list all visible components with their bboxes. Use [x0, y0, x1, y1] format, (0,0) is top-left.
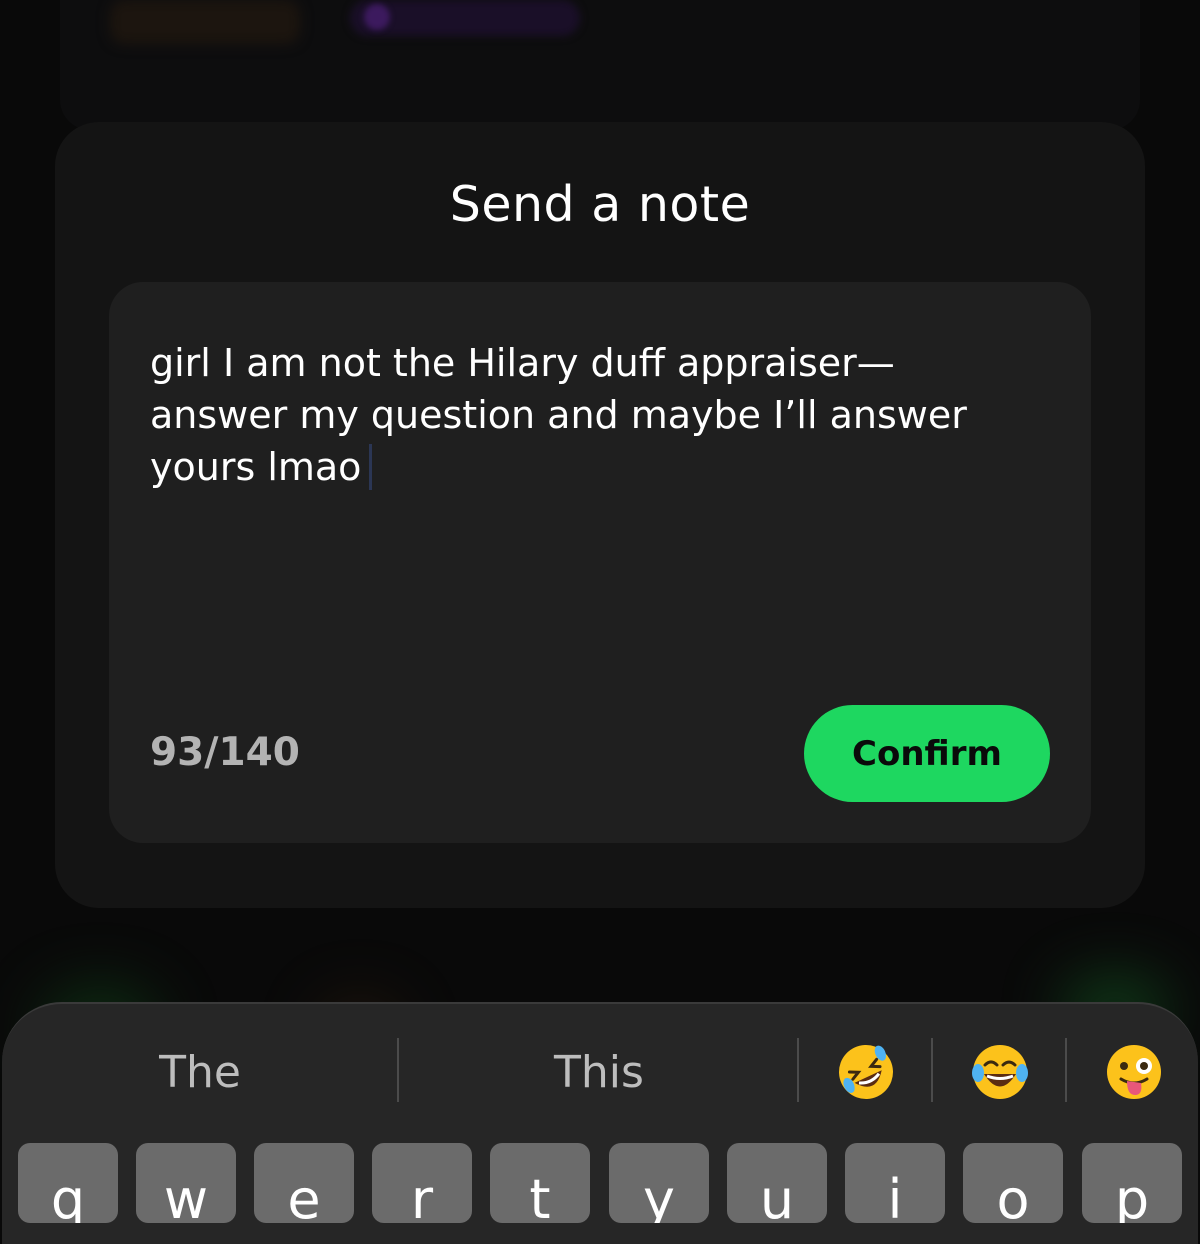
- key-u[interactable]: u: [727, 1143, 827, 1223]
- key-o[interactable]: o: [963, 1143, 1063, 1223]
- key-label: q: [50, 1168, 86, 1224]
- suggestion-the[interactable]: The: [2, 1040, 398, 1104]
- key-w[interactable]: w: [136, 1143, 236, 1223]
- note-text-value: girl I am not the Hilary duff appraiser—…: [150, 341, 967, 489]
- note-text-input[interactable]: girl I am not the Hilary duff appraiser—…: [150, 337, 1050, 493]
- suggestion-divider: [931, 1038, 933, 1102]
- key-p[interactable]: p: [1082, 1143, 1182, 1223]
- key-r[interactable]: r: [372, 1143, 472, 1223]
- suggestion-label: The: [159, 1046, 241, 1098]
- confirm-button[interactable]: Confirm: [804, 705, 1050, 802]
- key-y[interactable]: y: [609, 1143, 709, 1223]
- key-label: w: [163, 1168, 209, 1224]
- text-caret: [369, 444, 373, 490]
- key-label: e: [287, 1168, 321, 1224]
- key-label: o: [996, 1168, 1030, 1224]
- background-pill-icon: [364, 4, 390, 30]
- key-t[interactable]: t: [490, 1143, 590, 1223]
- key-label: y: [643, 1168, 675, 1224]
- key-i[interactable]: i: [845, 1143, 945, 1223]
- key-e[interactable]: e: [254, 1143, 354, 1223]
- key-label: i: [887, 1168, 903, 1224]
- suggestion-divider: [1065, 1038, 1067, 1102]
- suggestion-divider: [797, 1038, 799, 1102]
- rolling-on-floor-laughing-emoji-suggestion[interactable]: [800, 1040, 932, 1104]
- key-label: r: [410, 1168, 434, 1224]
- key-label: t: [529, 1168, 551, 1224]
- modal-title: Send a note: [449, 176, 751, 233]
- key-label: p: [1114, 1168, 1150, 1224]
- background-thumbnail: [110, 0, 300, 44]
- character-counter: 93/140: [150, 730, 300, 775]
- winking-face-with-tongue-emoji-suggestion[interactable]: [1068, 1040, 1200, 1104]
- key-label: u: [759, 1168, 795, 1224]
- winking-face-with-tongue-icon: [1107, 1045, 1161, 1099]
- key-q[interactable]: q: [18, 1143, 118, 1223]
- tears-of-joy-emoji-suggestion[interactable]: [934, 1040, 1066, 1104]
- tears-of-joy-icon: [972, 1045, 1028, 1099]
- suggestion-this[interactable]: This: [400, 1040, 798, 1104]
- suggestion-divider: [397, 1038, 399, 1102]
- rolling-on-floor-laughing-icon: [839, 1045, 893, 1099]
- suggestion-label: This: [554, 1046, 644, 1098]
